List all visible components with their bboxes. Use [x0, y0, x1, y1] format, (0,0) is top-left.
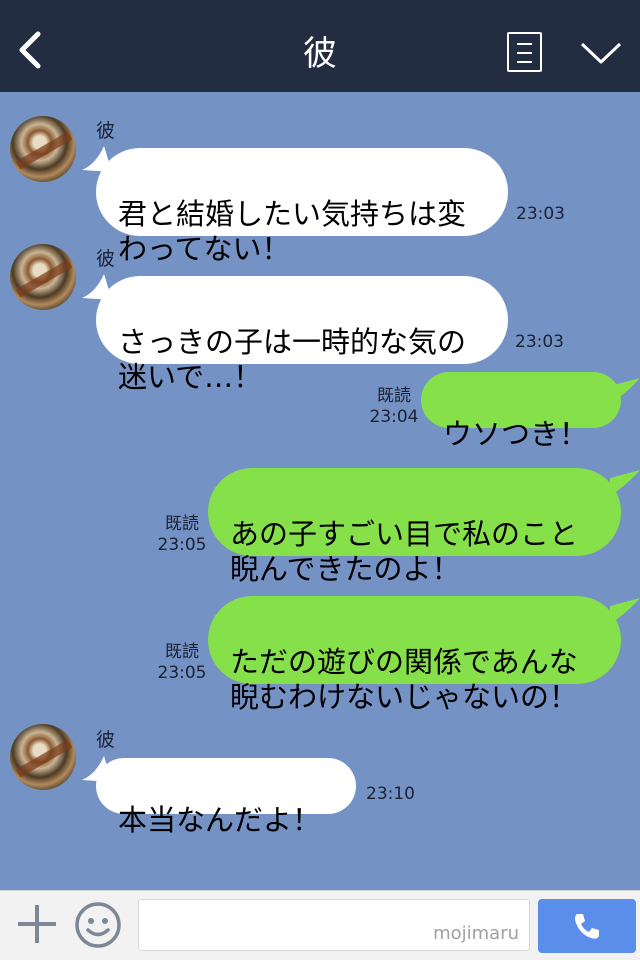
avatar[interactable] — [10, 116, 76, 182]
avatar[interactable] — [10, 244, 76, 310]
message-time: 23:05 — [157, 663, 207, 683]
sender-name: 彼 — [96, 120, 116, 142]
chat-header: 彼 — [0, 0, 640, 92]
message-bubble[interactable]: あの子すごい目で私のこと 睨んできたのよ！ — [208, 468, 621, 586]
message-text: あの子すごい目で私のこと 睨んできたのよ！ — [230, 517, 579, 586]
message-bubble[interactable]: ウソつき！ — [421, 372, 621, 451]
message-time: 23:04 — [369, 407, 419, 427]
read-receipt: 既読 23:05 — [152, 642, 212, 684]
emoji-icon[interactable] — [74, 901, 122, 949]
message-time: 23:03 — [516, 204, 565, 224]
message-text: 本当なんだよ！ — [118, 803, 322, 837]
read-label: 既読 — [165, 514, 199, 534]
read-receipt: 既読 23:05 — [152, 514, 212, 556]
message-time: 23:05 — [157, 535, 207, 555]
message-text: 君と結婚したい気持ちは変 わってない！ — [118, 197, 467, 266]
sender-name: 彼 — [96, 248, 116, 270]
chevron-down-icon[interactable] — [580, 40, 622, 66]
menu-list-icon[interactable] — [507, 32, 542, 72]
message-bubble[interactable]: 君と結婚したい気持ちは変 わってない！ — [96, 148, 508, 266]
message-time: 23:10 — [366, 784, 415, 804]
message-time: 23:03 — [515, 332, 564, 352]
message-bubble[interactable]: 本当なんだよ！ — [96, 758, 356, 837]
message-list[interactable]: 彼 君と結婚したい気持ちは変 わってない！ 23:03 彼 さっきの子は一時的な… — [0, 92, 640, 890]
call-button[interactable] — [538, 899, 636, 953]
message-text: ただの遊びの関係であんな 睨むわけないじゃないの！ — [230, 645, 579, 714]
plus-icon[interactable] — [16, 903, 58, 945]
read-label: 既読 — [377, 386, 411, 406]
sender-name: 彼 — [96, 729, 116, 751]
watermark-text: mojimaru — [433, 923, 519, 944]
message-input[interactable]: mojimaru — [138, 899, 530, 951]
chat-title: 彼 — [303, 34, 337, 74]
phone-icon — [575, 914, 599, 939]
message-text: ウソつき！ — [443, 417, 589, 451]
input-bar: mojimaru — [0, 890, 640, 960]
avatar[interactable] — [10, 724, 76, 790]
read-label: 既読 — [165, 642, 199, 662]
message-bubble[interactable]: さっきの子は一時的な気の 迷いで…！ — [96, 276, 508, 394]
read-receipt: 既読 23:04 — [366, 386, 422, 428]
message-bubble[interactable]: ただの遊びの関係であんな 睨むわけないじゃないの！ — [208, 596, 621, 714]
